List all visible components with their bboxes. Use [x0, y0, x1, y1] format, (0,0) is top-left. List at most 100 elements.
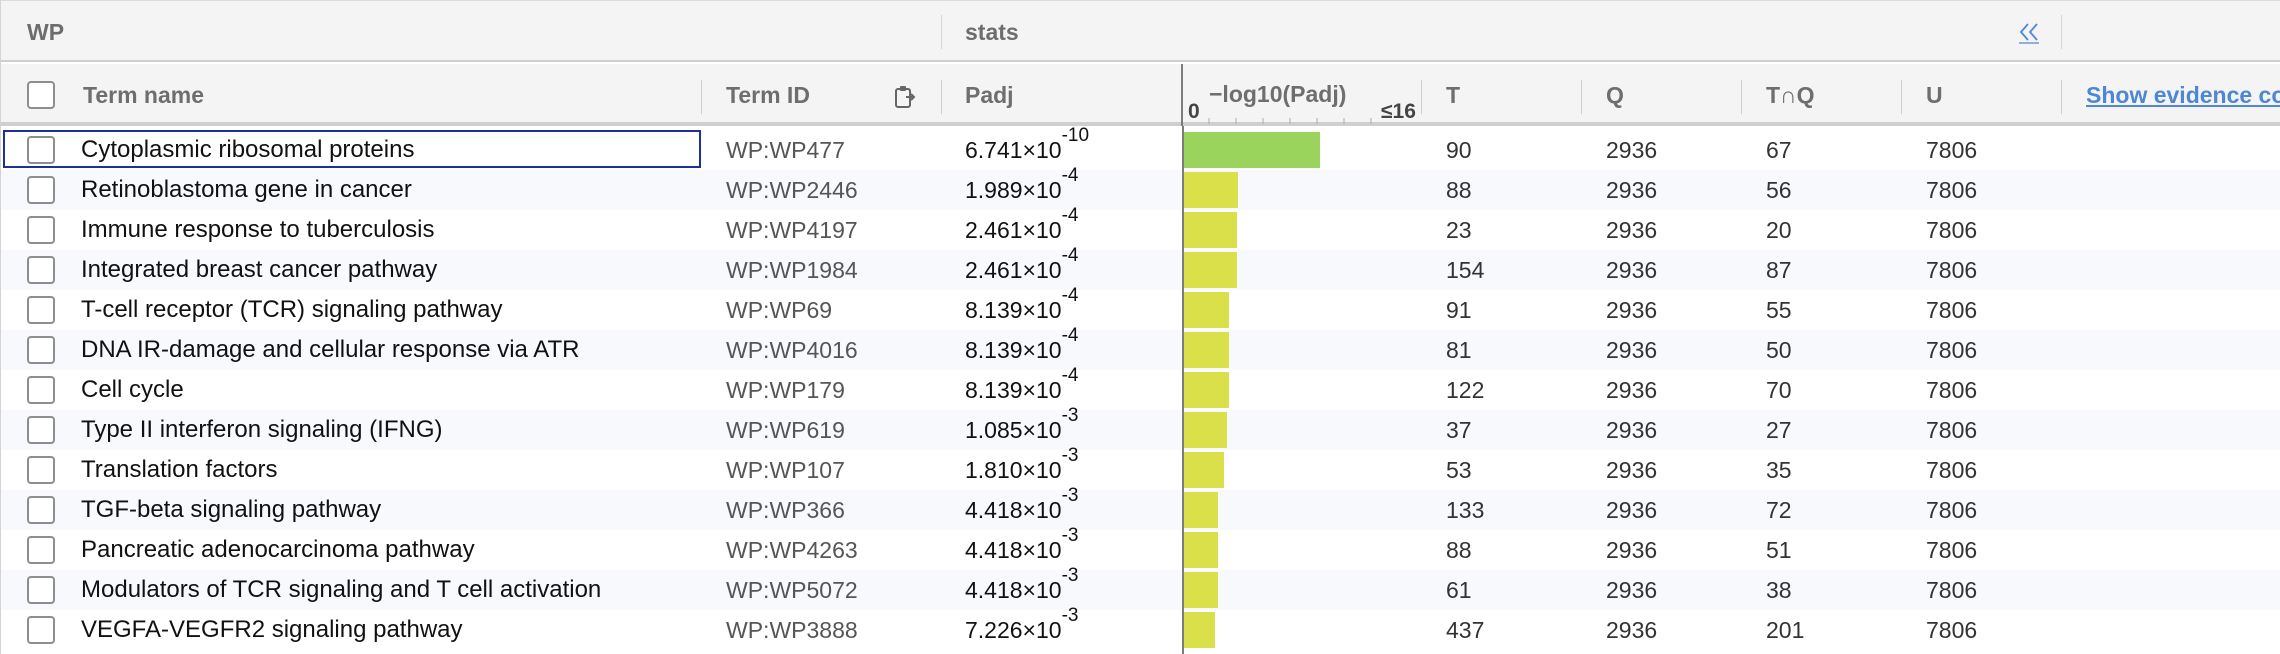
term-id[interactable]: WP:WP366	[726, 490, 845, 530]
column-padj[interactable]: Padj	[965, 64, 1014, 126]
term-name[interactable]: TGF-beta signaling pathway	[81, 490, 381, 530]
select-all-checkbox[interactable]	[27, 81, 55, 109]
term-id[interactable]: WP:WP477	[726, 130, 845, 170]
term-name[interactable]: Modulators of TCR signaling and T cell a…	[81, 570, 601, 610]
row-checkbox[interactable]	[27, 176, 55, 204]
padj-value: 1.810×10-3	[965, 446, 1078, 490]
row-checkbox[interactable]	[27, 576, 55, 604]
padj-exponent: -3	[1061, 605, 1079, 626]
padj-exponent: -4	[1061, 205, 1079, 226]
padj-exponent: -3	[1061, 445, 1079, 466]
table-row[interactable]: Cytoplasmic ribosomal proteins WP:WP477 6.…	[1, 126, 2280, 170]
q-value: 2936	[1606, 377, 1658, 403]
term-id[interactable]: WP:WP2446	[726, 170, 858, 210]
column-divider[interactable]	[1901, 80, 1902, 114]
table-row[interactable]: Retinoblastoma gene in cancer WP:WP2446 1.…	[1, 166, 2280, 210]
row-checkbox[interactable]	[27, 616, 55, 644]
table-row[interactable]: Immune response to tuberculosis WP:WP4197…	[1, 206, 2280, 250]
term-id[interactable]: WP:WP5072	[726, 570, 858, 610]
column-divider[interactable]	[1741, 80, 1742, 114]
q-value: 2936	[1606, 457, 1658, 483]
term-id[interactable]: WP:WP69	[726, 290, 832, 330]
t-value: 81	[1446, 337, 1472, 363]
term-name[interactable]: T-cell receptor (TCR) signaling pathway	[81, 290, 503, 330]
row-checkbox[interactable]	[27, 496, 55, 524]
clipboard-icon[interactable]	[893, 84, 917, 115]
column-t-intersect-q[interactable]: T∩Q	[1766, 64, 1815, 126]
padj-mantissa: 8.139×10	[965, 337, 1062, 363]
t-value: 91	[1446, 297, 1472, 323]
t-value: 61	[1446, 577, 1472, 603]
term-name[interactable]: Integrated breast cancer pathway	[81, 250, 437, 290]
term-name[interactable]: Translation factors	[81, 450, 278, 490]
row-checkbox[interactable]	[27, 456, 55, 484]
term-name[interactable]: Cytoplasmic ribosomal proteins	[81, 130, 414, 170]
row-checkbox[interactable]	[27, 376, 55, 404]
padj-mantissa: 1.810×10	[965, 457, 1062, 483]
padj-mantissa: 2.461×10	[965, 217, 1062, 243]
term-id[interactable]: WP:WP3888	[726, 610, 858, 650]
term-id[interactable]: WP:WP1984	[726, 250, 858, 290]
column-divider[interactable]	[941, 80, 942, 114]
column-q[interactable]: Q	[1606, 64, 1624, 126]
row-checkbox[interactable]	[27, 256, 55, 284]
row-checkbox[interactable]	[27, 296, 55, 324]
term-name[interactable]: Pancreatic adenocarcinoma pathway	[81, 530, 475, 570]
term-name[interactable]: VEGFA-VEGFR2 signaling pathway	[81, 610, 463, 650]
term-name[interactable]: Retinoblastoma gene in cancer	[81, 170, 412, 210]
term-id[interactable]: WP:WP4197	[726, 210, 858, 250]
show-evidence-codes-link[interactable]: Show evidence codes	[2086, 64, 2280, 126]
q-value: 2936	[1606, 177, 1658, 203]
term-id[interactable]: WP:WP619	[726, 410, 845, 450]
padj-mantissa: 4.418×10	[965, 497, 1062, 523]
padj-mantissa: 1.989×10	[965, 177, 1062, 203]
column-term-id[interactable]: Term ID	[726, 64, 810, 126]
term-name[interactable]: Cell cycle	[81, 370, 184, 410]
row-checkbox[interactable]	[27, 536, 55, 564]
table-row[interactable]: TGF-beta signaling pathway WP:WP366 4.418×…	[1, 486, 2280, 530]
table-row[interactable]: Integrated breast cancer pathway WP:WP198…	[1, 246, 2280, 290]
t-value: 37	[1446, 417, 1472, 443]
padj-exponent: -3	[1061, 485, 1079, 506]
double-chevron-left-icon[interactable]	[2017, 19, 2041, 45]
table-row[interactable]: Pancreatic adenocarcinoma pathway WP:WP42…	[1, 526, 2280, 570]
term-name[interactable]: Immune response to tuberculosis	[81, 210, 435, 250]
column-divider[interactable]	[701, 80, 702, 114]
term-id[interactable]: WP:WP4016	[726, 330, 858, 370]
column-divider[interactable]	[1581, 80, 1582, 114]
term-name[interactable]: Type II interferon signaling (IFNG)	[81, 410, 442, 450]
t-intersect-q-value: 38	[1766, 577, 1792, 603]
neglog-bar	[1183, 452, 1224, 488]
table-row[interactable]: VEGFA-VEGFR2 signaling pathway WP:WP3888 7…	[1, 606, 2280, 650]
neglog-bar	[1183, 612, 1215, 648]
table-row[interactable]: T-cell receptor (TCR) signaling pathway W…	[1, 286, 2280, 330]
padj-mantissa: 2.461×10	[965, 257, 1062, 283]
table-row[interactable]: Translation factors WP:WP107 1.810×10-3 53 2…	[1, 446, 2280, 490]
column-term-name[interactable]: Term name	[83, 64, 204, 126]
column-t[interactable]: T	[1446, 64, 1460, 126]
row-checkbox[interactable]	[27, 336, 55, 364]
table-row[interactable]: DNA IR-damage and cellular response via …	[1, 326, 2280, 370]
padj-mantissa: 4.418×10	[965, 577, 1062, 603]
column-u[interactable]: U	[1926, 64, 1943, 126]
padj-mantissa: 4.418×10	[965, 537, 1062, 563]
column-divider[interactable]	[1421, 80, 1422, 114]
term-id[interactable]: WP:WP179	[726, 370, 845, 410]
term-id[interactable]: WP:WP107	[726, 450, 845, 490]
column-divider[interactable]	[2061, 80, 2062, 114]
group-header-bar: WP stats	[1, 0, 2280, 62]
term-name[interactable]: DNA IR-damage and cellular response via …	[81, 330, 579, 370]
t-value: 88	[1446, 177, 1472, 203]
term-id[interactable]: WP:WP4263	[726, 530, 858, 570]
padj-value: 8.139×10-4	[965, 286, 1078, 330]
row-checkbox[interactable]	[27, 216, 55, 244]
row-checkbox[interactable]	[27, 416, 55, 444]
u-value: 7806	[1926, 137, 1978, 163]
table-row[interactable]: Type II interferon signaling (IFNG) WP:WP…	[1, 406, 2280, 450]
padj-mantissa: 8.139×10	[965, 297, 1062, 323]
table-row[interactable]: Cell cycle WP:WP179 8.139×10-4 122 2936 70 780…	[1, 366, 2280, 410]
padj-mantissa: 8.139×10	[965, 377, 1062, 403]
u-value: 7806	[1926, 617, 1978, 643]
table-row[interactable]: Modulators of TCR signaling and T cell a…	[1, 566, 2280, 610]
row-checkbox[interactable]	[27, 136, 55, 164]
